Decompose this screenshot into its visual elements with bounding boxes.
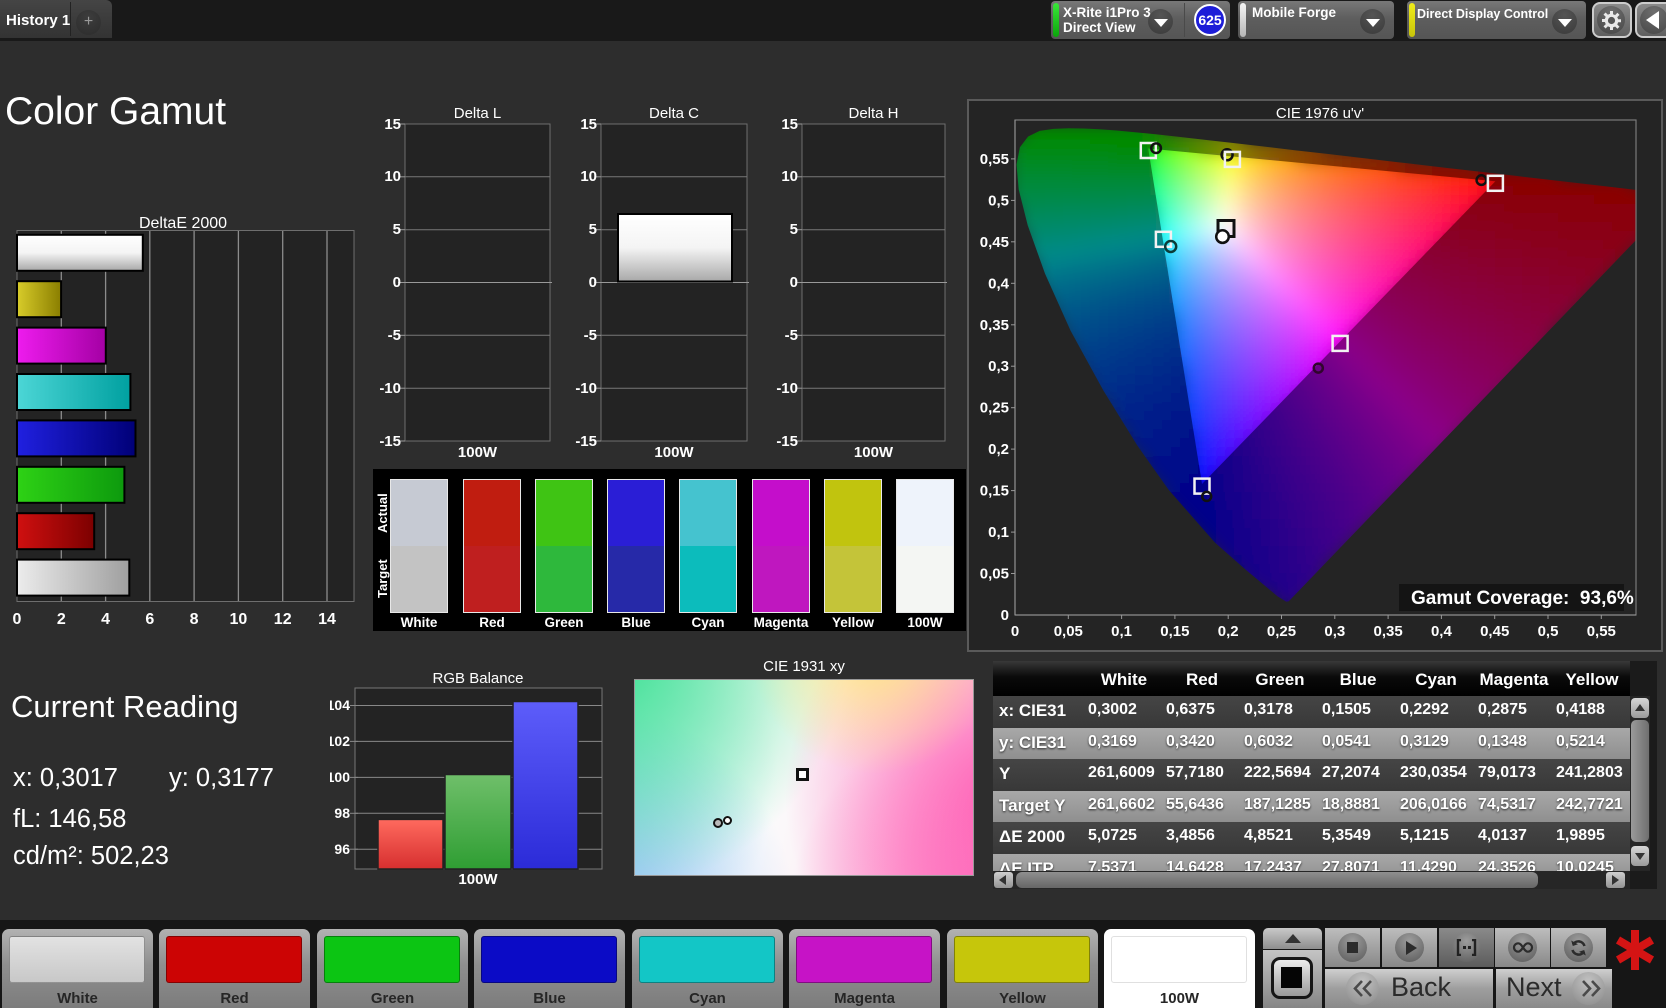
svg-text:100W: 100W bbox=[854, 444, 894, 461]
svg-text:0,5: 0,5 bbox=[988, 192, 1009, 209]
svg-text:10: 10 bbox=[580, 168, 597, 185]
svg-text:5: 5 bbox=[589, 221, 597, 238]
svg-text:0,2: 0,2 bbox=[1218, 623, 1239, 640]
svg-text:0,45: 0,45 bbox=[1480, 623, 1509, 640]
svg-text:0: 0 bbox=[13, 611, 22, 628]
svg-text:0: 0 bbox=[790, 274, 798, 291]
svg-text:0,2: 0,2 bbox=[988, 441, 1009, 458]
svg-text:100W: 100W bbox=[458, 444, 498, 461]
svg-text:Gamut Coverage: 93,6%: Gamut Coverage: 93,6% bbox=[1411, 588, 1634, 609]
svg-text:0,4: 0,4 bbox=[988, 275, 1010, 292]
svg-text:-10: -10 bbox=[776, 380, 798, 397]
svg-text:0,05: 0,05 bbox=[1054, 623, 1083, 640]
svg-text:0,05: 0,05 bbox=[980, 566, 1009, 583]
svg-text:0: 0 bbox=[589, 274, 597, 291]
svg-text:0: 0 bbox=[1011, 623, 1019, 640]
svg-text:0: 0 bbox=[393, 274, 401, 291]
svg-text:98: 98 bbox=[334, 805, 350, 821]
svg-text:15: 15 bbox=[384, 116, 401, 133]
svg-text:0,35: 0,35 bbox=[980, 317, 1009, 334]
svg-text:6: 6 bbox=[145, 611, 154, 628]
svg-text:15: 15 bbox=[580, 116, 597, 133]
svg-text:14: 14 bbox=[318, 611, 336, 628]
svg-text:0,1: 0,1 bbox=[988, 524, 1009, 541]
svg-text:102: 102 bbox=[330, 733, 350, 749]
svg-text:CIE 1976 u'v': CIE 1976 u'v' bbox=[1276, 105, 1364, 122]
svg-text:100: 100 bbox=[330, 769, 350, 785]
svg-text:DeltaE 2000: DeltaE 2000 bbox=[139, 215, 227, 232]
svg-text:0,3: 0,3 bbox=[988, 358, 1009, 375]
svg-text:5: 5 bbox=[393, 221, 401, 238]
svg-text:0,5: 0,5 bbox=[1538, 623, 1559, 640]
svg-text:-5: -5 bbox=[785, 327, 798, 344]
svg-text:0,45: 0,45 bbox=[980, 234, 1009, 251]
svg-text:Delta C: Delta C bbox=[649, 105, 699, 122]
svg-text:0,4: 0,4 bbox=[1431, 623, 1453, 640]
svg-text:-15: -15 bbox=[380, 433, 401, 450]
svg-text:0,3: 0,3 bbox=[1324, 623, 1345, 640]
svg-text:0,25: 0,25 bbox=[1267, 623, 1296, 640]
svg-text:96: 96 bbox=[334, 841, 350, 857]
svg-text:0,15: 0,15 bbox=[980, 483, 1009, 500]
svg-text:12: 12 bbox=[274, 611, 292, 628]
svg-text:Delta L: Delta L bbox=[454, 105, 502, 122]
svg-text:10: 10 bbox=[384, 168, 401, 185]
svg-text:-5: -5 bbox=[584, 327, 597, 344]
svg-text:4: 4 bbox=[101, 611, 110, 628]
svg-text:0,55: 0,55 bbox=[1587, 623, 1616, 640]
svg-text:10: 10 bbox=[781, 168, 798, 185]
svg-text:15: 15 bbox=[781, 116, 798, 133]
svg-text:-15: -15 bbox=[776, 433, 798, 450]
svg-text:104: 104 bbox=[330, 697, 350, 713]
svg-text:100W: 100W bbox=[458, 871, 498, 888]
svg-text:-5: -5 bbox=[388, 327, 401, 344]
svg-text:Delta H: Delta H bbox=[848, 105, 898, 122]
svg-text:2: 2 bbox=[57, 611, 66, 628]
svg-text:0: 0 bbox=[1001, 607, 1009, 624]
svg-text:5: 5 bbox=[790, 221, 798, 238]
svg-text:0,15: 0,15 bbox=[1160, 623, 1189, 640]
svg-text:-10: -10 bbox=[380, 380, 401, 397]
svg-text:0,55: 0,55 bbox=[980, 151, 1009, 168]
svg-text:10: 10 bbox=[230, 611, 248, 628]
svg-text:0,35: 0,35 bbox=[1373, 623, 1402, 640]
svg-text:0,1: 0,1 bbox=[1111, 623, 1132, 640]
svg-text:-10: -10 bbox=[575, 380, 597, 397]
svg-text:8: 8 bbox=[190, 611, 199, 628]
svg-text:-15: -15 bbox=[575, 433, 597, 450]
svg-text:0,25: 0,25 bbox=[980, 400, 1009, 417]
svg-text:100W: 100W bbox=[654, 444, 694, 461]
svg-text:RGB Balance: RGB Balance bbox=[433, 670, 524, 687]
